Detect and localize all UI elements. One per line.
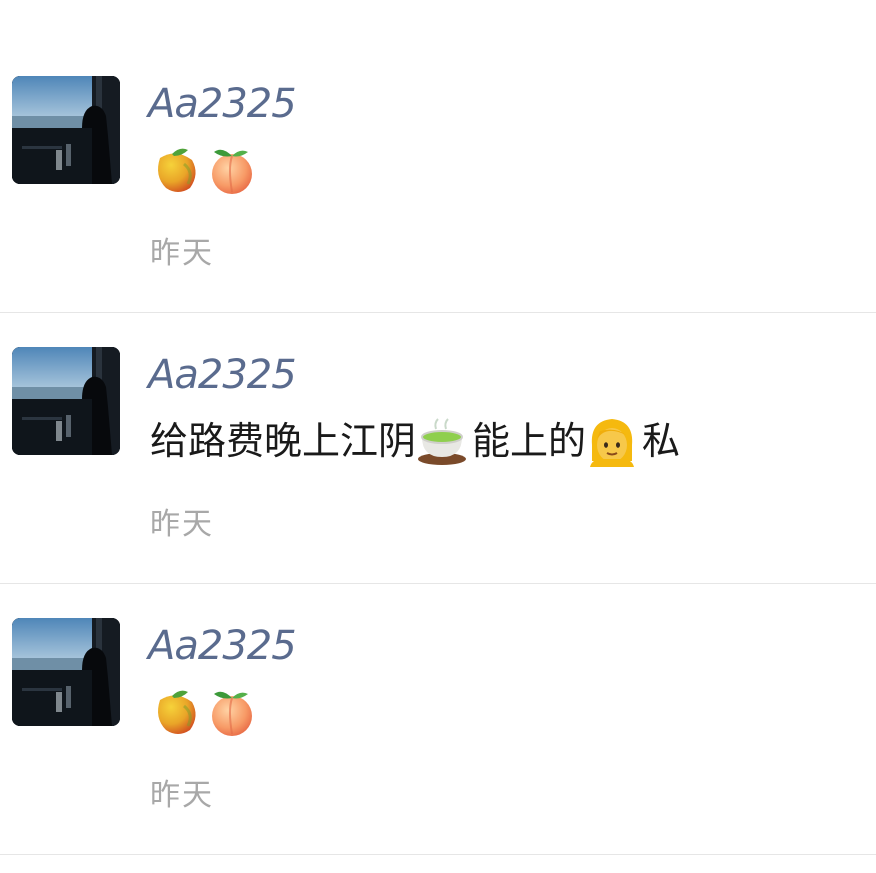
mango-emoji-icon	[150, 144, 202, 196]
post-time: 昨天	[150, 507, 214, 542]
post-content	[150, 142, 262, 198]
post-content: 给路费晚上江阴 能上的 私	[150, 413, 680, 469]
peach-emoji-icon	[206, 144, 258, 196]
post-time: 昨天	[150, 236, 214, 271]
post-content	[150, 684, 262, 740]
woman-emoji-icon	[586, 415, 638, 467]
post-feed: Aa2325 昨天 Aa2325 给路费晚上江阴 能上的 私 昨天 Aa2325…	[0, 42, 876, 855]
avatar[interactable]	[12, 76, 120, 184]
peach-emoji-icon	[206, 686, 258, 738]
post-text: 能上的	[472, 419, 587, 463]
mango-emoji-icon	[150, 686, 202, 738]
post-time: 昨天	[150, 778, 214, 813]
username[interactable]: Aa2325	[148, 351, 297, 399]
post-item[interactable]: Aa2325 昨天	[0, 42, 876, 313]
username[interactable]: Aa2325	[148, 622, 297, 670]
post-item[interactable]: Aa2325 昨天	[0, 584, 876, 855]
avatar[interactable]	[12, 618, 120, 726]
username[interactable]: Aa2325	[148, 80, 297, 128]
post-text: 给路费晚上江阴	[150, 419, 417, 463]
post-text: 私	[642, 419, 681, 463]
post-item[interactable]: Aa2325 给路费晚上江阴 能上的 私 昨天	[0, 313, 876, 584]
avatar[interactable]	[12, 347, 120, 455]
green-tea-emoji-icon	[416, 415, 468, 467]
